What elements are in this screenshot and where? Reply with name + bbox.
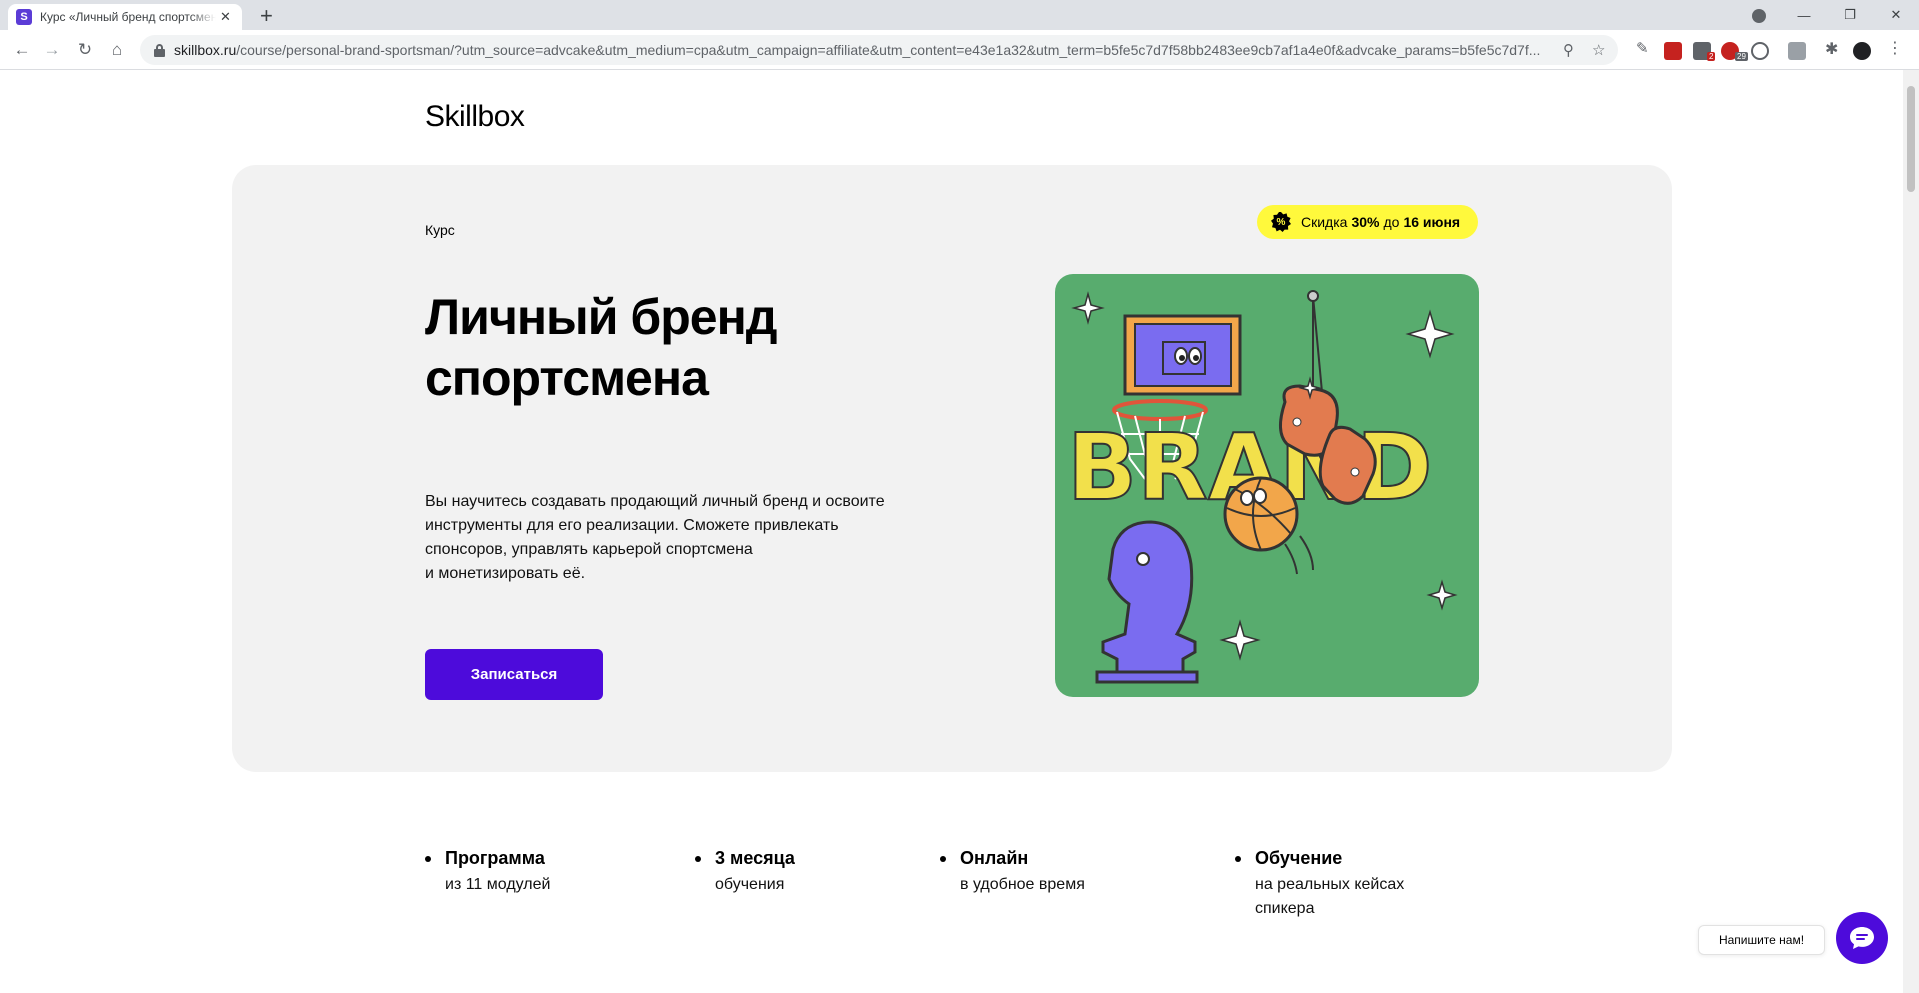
extension-icon[interactable] (1788, 42, 1806, 60)
page-title: Личный бренд спортсмена (425, 289, 778, 406)
chat-button[interactable] (1836, 912, 1888, 964)
page-scrollbar[interactable] (1903, 70, 1919, 993)
restore-icon[interactable]: ❐ (1827, 0, 1873, 30)
feature-item: Программа из 11 модулей (425, 848, 550, 897)
browser-toolbar: ← → ↻ ⌂ skillbox.ru/course/personal-bran… (0, 30, 1919, 70)
discount-value: 30% (1351, 214, 1380, 230)
feature-item: 3 месяца обучения (695, 848, 795, 897)
skillbox-logo[interactable]: Skillbox (425, 100, 525, 134)
brand-illustration-icon: BRAND (1066, 290, 1458, 684)
percent-badge-icon: % (1271, 212, 1291, 232)
eyedropper-extension-icon[interactable]: ✎ (1636, 39, 1654, 57)
star-icon[interactable]: ☆ (1592, 41, 1605, 59)
chat-icon (1850, 927, 1874, 949)
course-kicker: Курс (425, 222, 455, 238)
chat-prompt[interactable]: Напишите нам! (1698, 925, 1825, 955)
window-controls: — ❐ ✕ (1781, 0, 1919, 30)
address-bar[interactable]: skillbox.ru/course/personal-brand-sports… (140, 35, 1618, 65)
enroll-button[interactable]: Записаться (425, 649, 603, 700)
minimize-icon[interactable]: — (1781, 0, 1827, 30)
menu-icon[interactable]: ⋮ (1887, 38, 1905, 57)
pdf-extension-icon[interactable] (1664, 42, 1682, 60)
feature-subtitle: в удобное время (960, 876, 1085, 893)
tab-search-icon[interactable] (1752, 9, 1766, 23)
feature-subtitle: из 11 модулей (445, 876, 551, 893)
course-illustration: BRAND (1055, 274, 1479, 697)
tab-close-icon[interactable]: ✕ (220, 9, 231, 25)
feature-item: Обучение на реальных кейсах спикера (1235, 848, 1404, 921)
extension-badge: 29 (1735, 52, 1748, 61)
feature-title: Программа (425, 848, 550, 869)
extension-icon[interactable] (1751, 42, 1769, 60)
extensions-icon[interactable]: ✱ (1825, 39, 1843, 58)
browser-tab[interactable]: S Курс «Личный бренд спортсмена» ✕ (8, 4, 242, 30)
lock-icon[interactable] (154, 43, 165, 57)
skillbox-favicon-icon: S (16, 9, 32, 25)
feature-subtitle: на реальных кейсах спикера (1255, 876, 1405, 917)
browser-tabstrip: S Курс «Личный бренд спортсмена» ✕ + — ❐… (0, 0, 1919, 30)
reload-icon[interactable]: ↻ (73, 38, 97, 62)
discount-middle: до (1383, 214, 1400, 230)
course-features: Программа из 11 модулей 3 месяца обучени… (425, 848, 1485, 928)
page: Skillbox Курс % Скидка 30% до 16 июня Ли… (0, 70, 1903, 993)
feature-title: 3 месяца (695, 848, 795, 869)
url-text[interactable]: skillbox.ru/course/personal-brand-sports… (174, 42, 1554, 58)
feature-item: Онлайн в удобное время (940, 848, 1085, 897)
profile-avatar[interactable] (1853, 42, 1871, 60)
zoom-icon[interactable]: ⚲ (1563, 41, 1574, 59)
feature-title: Обучение (1235, 848, 1404, 869)
forward-icon[interactable]: → (40, 38, 64, 62)
discount-badge: % Скидка 30% до 16 июня (1257, 205, 1479, 239)
close-window-icon[interactable]: ✕ (1873, 0, 1919, 30)
back-icon[interactable]: ← (10, 38, 34, 62)
new-tab-icon[interactable]: + (260, 3, 273, 29)
feature-title: Онлайн (940, 848, 1085, 869)
discount-date: 16 июня (1403, 214, 1461, 230)
discount-prefix: Скидка (1301, 214, 1348, 230)
scrollbar-thumb[interactable] (1907, 86, 1915, 192)
home-icon[interactable]: ⌂ (105, 38, 129, 62)
tab-title: Курс «Личный бренд спортсмена» (40, 10, 216, 24)
hero-card: Курс % Скидка 30% до 16 июня Личный брен… (232, 165, 1672, 772)
feature-subtitle: обучения (715, 876, 785, 893)
course-description: Вы научитесь создавать продающий личный … (425, 493, 885, 582)
extension-badge: 2 (1707, 52, 1716, 61)
